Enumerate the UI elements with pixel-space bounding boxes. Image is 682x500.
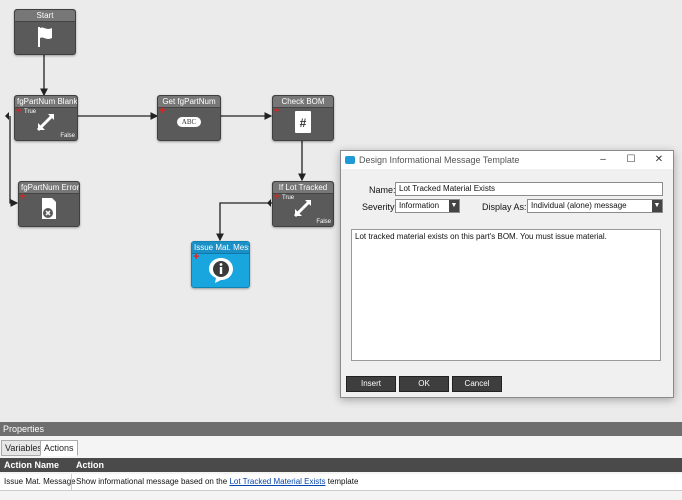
ok-button[interactable]: OK bbox=[399, 376, 449, 392]
template-link[interactable]: Lot Tracked Material Exists bbox=[229, 477, 325, 486]
action-text-suffix: template bbox=[327, 477, 359, 486]
name-label: Name: bbox=[369, 185, 396, 195]
node-title: If Lot Tracked bbox=[273, 182, 333, 194]
actions-table-header: Action Name Action bbox=[0, 458, 682, 472]
maximize-icon[interactable]: ☐ bbox=[617, 151, 645, 169]
design-message-dialog: Design Informational Message Template – … bbox=[340, 150, 674, 398]
close-icon[interactable]: ✕ bbox=[645, 151, 673, 169]
add-icon[interactable]: + bbox=[16, 106, 22, 117]
decision-icon bbox=[293, 199, 312, 218]
chevron-down-icon: ▼ bbox=[449, 200, 459, 212]
dialog-titlebar[interactable]: Design Informational Message Template – … bbox=[341, 151, 673, 169]
add-icon[interactable]: + bbox=[274, 192, 280, 203]
insert-button[interactable]: Insert bbox=[346, 376, 396, 392]
node-title: fgPartNum Error bbox=[19, 182, 79, 194]
node-title: Start bbox=[15, 10, 75, 22]
name-input[interactable]: Lot Tracked Material Exists bbox=[395, 182, 663, 196]
display-as-label: Display As: bbox=[482, 202, 527, 212]
action-text-prefix: Show informational message based on the bbox=[76, 477, 228, 486]
node-title: fgPartNum Blank bbox=[15, 96, 77, 108]
tab-actions[interactable]: Actions bbox=[40, 440, 78, 456]
add-icon[interactable]: + bbox=[20, 192, 26, 203]
decision-icon bbox=[36, 113, 55, 132]
error-document-icon bbox=[42, 198, 56, 219]
action-cell: Show informational message based on the … bbox=[76, 474, 358, 490]
text-value-icon: ABC bbox=[177, 117, 201, 127]
add-icon[interactable]: + bbox=[193, 252, 199, 263]
add-icon[interactable]: + bbox=[159, 106, 165, 117]
fgpartnum-error-node[interactable]: fgPartNum Error + bbox=[18, 181, 80, 227]
node-title: Get fgPartNum bbox=[158, 96, 220, 108]
if-lot-tracked-node[interactable]: If Lot Tracked + True False bbox=[272, 181, 334, 227]
cancel-button[interactable]: Cancel bbox=[452, 376, 502, 392]
severity-value: Information bbox=[399, 201, 440, 210]
table-row[interactable]: Issue Mat. Message Show informational me… bbox=[0, 474, 682, 491]
info-message-icon bbox=[208, 258, 233, 283]
action-name-cell: Issue Mat. Message bbox=[4, 477, 76, 486]
chevron-down-icon: ▼ bbox=[652, 200, 662, 212]
document-number-icon: # bbox=[295, 111, 311, 133]
display-as-select[interactable]: Individual (alone) message ▼ bbox=[527, 199, 663, 213]
false-branch-label: False bbox=[316, 219, 331, 225]
app-icon bbox=[345, 156, 355, 164]
check-bom-node[interactable]: Check BOM + # bbox=[272, 95, 334, 141]
message-textarea[interactable]: Lot tracked material exists on this part… bbox=[351, 229, 661, 361]
node-title: Issue Mat. Messag bbox=[192, 242, 249, 254]
dialog-title: Design Informational Message Template bbox=[359, 155, 520, 165]
flag-icon bbox=[38, 27, 52, 47]
add-icon[interactable]: + bbox=[274, 106, 280, 117]
column-divider bbox=[71, 474, 72, 490]
column-action: Action bbox=[76, 460, 104, 470]
minimize-icon[interactable]: – bbox=[589, 151, 617, 169]
start-node[interactable]: Start bbox=[14, 9, 76, 55]
severity-select[interactable]: Information ▼ bbox=[395, 199, 460, 213]
severity-label: Severity: bbox=[362, 202, 398, 212]
node-title: Check BOM bbox=[273, 96, 333, 108]
fgpartnum-blank-node[interactable]: fgPartNum Blank + True False bbox=[14, 95, 78, 141]
column-action-name: Action Name bbox=[4, 460, 60, 470]
issue-mat-message-node[interactable]: Issue Mat. Messag + bbox=[191, 241, 250, 288]
false-branch-label: False bbox=[60, 133, 75, 139]
display-as-value: Individual (alone) message bbox=[531, 201, 627, 210]
get-fgpartnum-node[interactable]: Get fgPartNum + ABC bbox=[157, 95, 221, 141]
properties-header: Properties bbox=[0, 422, 682, 436]
properties-panel: Properties Variables Actions Action Name… bbox=[0, 422, 682, 500]
